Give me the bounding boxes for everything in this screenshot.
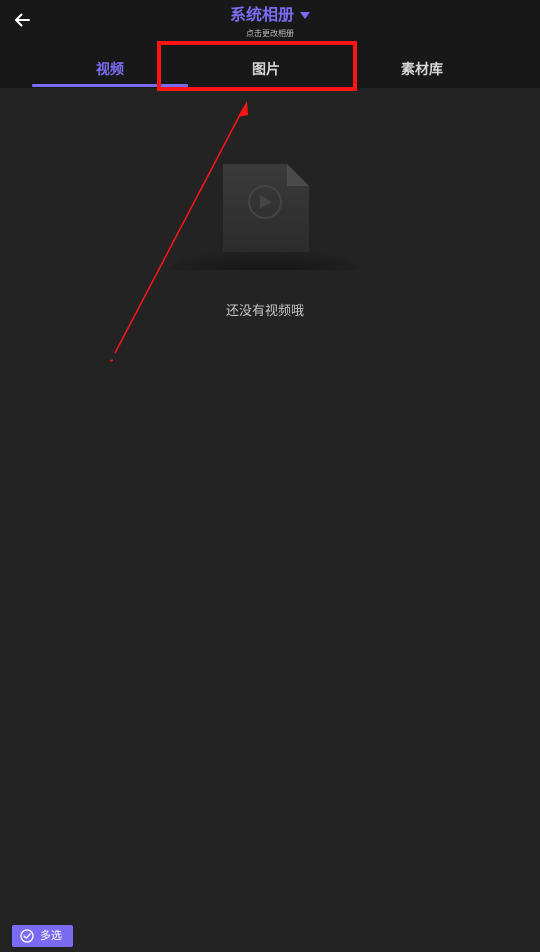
empty-state-message: 还没有视频哦 [225, 304, 304, 319]
annotation-arrow [109, 101, 248, 362]
album-title-row: 系统相册 [230, 3, 310, 27]
check-circle-icon [20, 929, 34, 943]
annotation-highlight-box [157, 41, 357, 91]
album-title: 系统相册 [229, 5, 294, 24]
multi-select-label: 多选 [40, 929, 62, 942]
app-screen: 系统相册 点击更改相册 视频 图片 素材库 还没有视频哦 多选 [0, 0, 540, 952]
album-subtitle: 点击更改相册 [246, 29, 294, 38]
tab-material-library[interactable]: 素材库 [344, 52, 500, 88]
album-selector[interactable]: 系统相册 点击更改相册 [0, 3, 540, 43]
multi-select-button[interactable]: 多选 [12, 925, 73, 947]
caret-down-icon [300, 12, 310, 19]
